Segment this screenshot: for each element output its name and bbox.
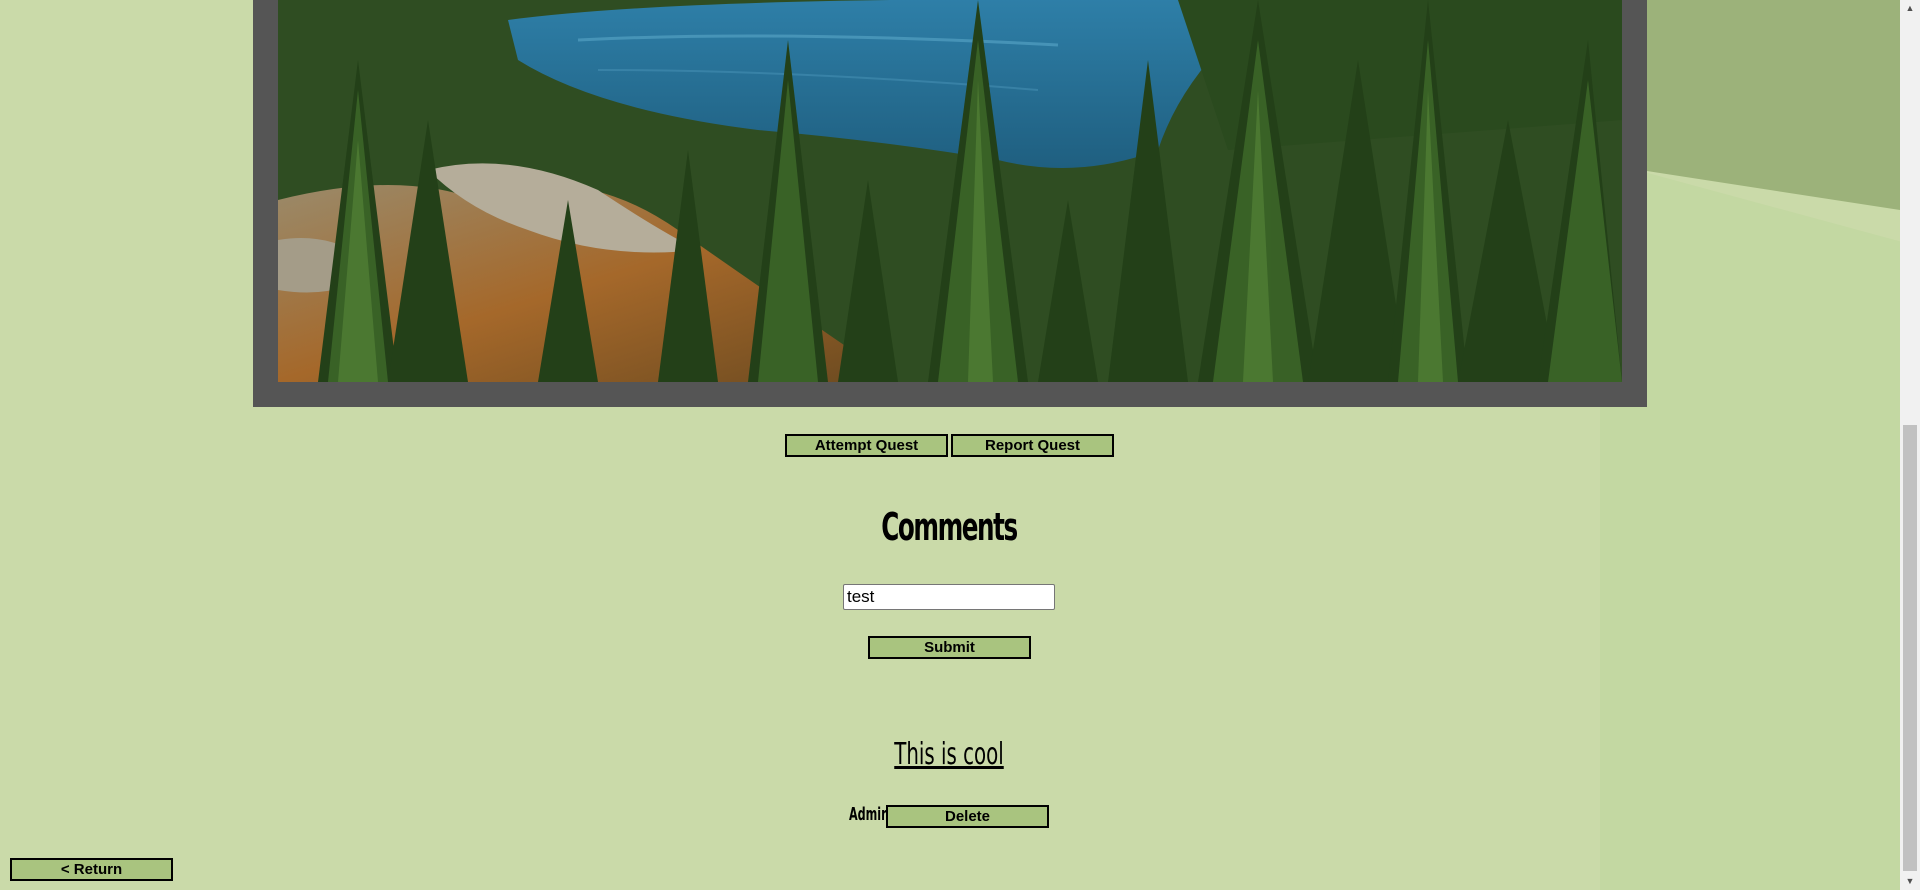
quest-image-frame (253, 0, 1647, 407)
quest-page: Attempt Quest Report Quest Comments Subm… (0, 0, 1920, 890)
comment-input[interactable] (843, 584, 1055, 610)
attempt-quest-button[interactable]: Attempt Quest (785, 434, 948, 457)
return-button[interactable]: < Return (10, 858, 173, 881)
submit-button[interactable]: Submit (868, 636, 1031, 659)
scroll-up-icon[interactable]: ▲ (1900, 0, 1920, 17)
delete-comment-button[interactable]: Delete (886, 805, 1049, 828)
scroll-down-icon[interactable]: ▼ (1900, 873, 1920, 890)
quest-image (278, 0, 1622, 382)
vertical-scrollbar[interactable]: ▲ ▼ (1900, 0, 1920, 890)
comment-author: Admin (849, 804, 890, 825)
comment-text: This is cool (894, 737, 1004, 772)
scroll-thumb[interactable] (1903, 425, 1917, 871)
report-quest-button[interactable]: Report Quest (951, 434, 1114, 457)
comments-heading: Comments (881, 505, 1018, 549)
